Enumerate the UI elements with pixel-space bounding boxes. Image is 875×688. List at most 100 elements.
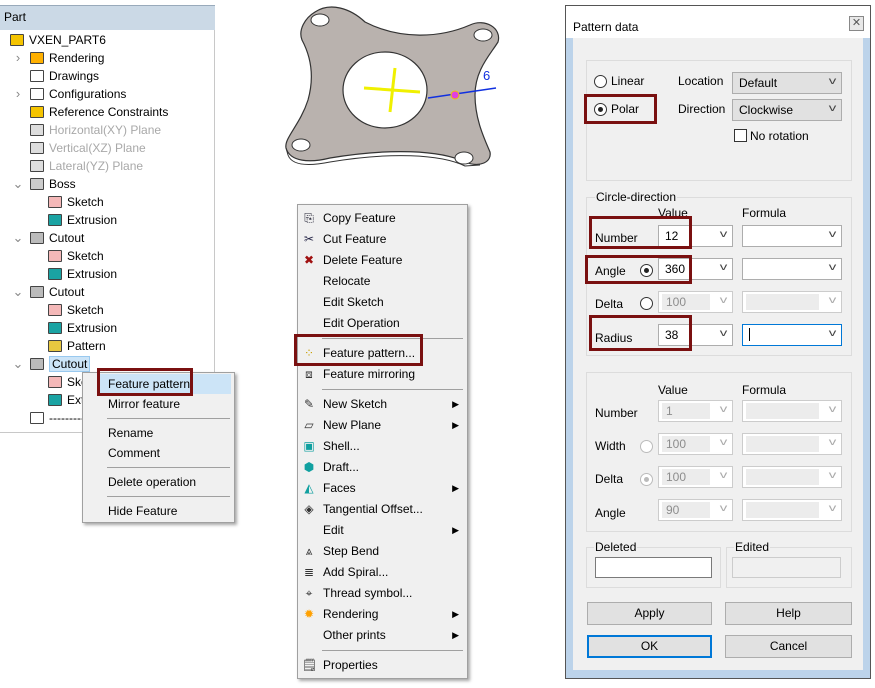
- tree-item-label: Rendering: [49, 51, 105, 65]
- menu-item[interactable]: ◭ Faces ▶: [298, 478, 467, 499]
- menu-item[interactable]: Delete operation: [83, 472, 234, 492]
- tree-item[interactable]: › Configurations: [16, 85, 127, 103]
- chevron-down-icon: v: [828, 103, 837, 114]
- tree-item[interactable]: Extrusion: [48, 319, 117, 337]
- menu-item[interactable]: Relocate: [298, 271, 467, 292]
- collapse-icon[interactable]: ⌄: [12, 175, 24, 193]
- tree-item[interactable]: Horizontal(XY) Plane: [30, 121, 161, 139]
- apply-button[interactable]: Apply: [587, 602, 712, 625]
- menu-item[interactable]: Feature pattern: [97, 374, 231, 394]
- sketch-point: [450, 90, 460, 100]
- menu-item[interactable]: ▱ New Plane ▶: [298, 415, 467, 436]
- tree-item[interactable]: ⌄ Cutout: [13, 283, 85, 301]
- menu-item[interactable]: ⧈ Feature mirroring: [298, 364, 467, 385]
- value-header: Value: [658, 383, 688, 397]
- close-button[interactable]: ✕: [849, 16, 864, 31]
- menu-item[interactable]: ✂ Cut Feature: [298, 229, 467, 250]
- tree-item[interactable]: Pattern: [48, 337, 106, 355]
- delta-radio[interactable]: [640, 297, 653, 310]
- extrusion-icon: [48, 394, 62, 406]
- dimension-label: 6: [483, 68, 490, 83]
- direction-label: Direction: [678, 102, 726, 116]
- cutout-icon: [30, 286, 44, 298]
- tree-item[interactable]: ⌄ Boss: [13, 175, 76, 193]
- value-text: [746, 502, 819, 518]
- tree-item[interactable]: Sketch: [48, 247, 104, 265]
- deleted-input[interactable]: [595, 557, 712, 578]
- linear-width-formula: v: [742, 433, 842, 455]
- menu-item[interactable]: Edit Operation: [298, 313, 467, 334]
- menu-item[interactable]: ⁘ Feature pattern...: [298, 343, 467, 364]
- mirror-icon: ⧈: [305, 367, 313, 381]
- circle-angle-value[interactable]: 360 v: [658, 258, 733, 280]
- menu-item[interactable]: Comment: [83, 443, 234, 463]
- tree-item[interactable]: ⌄ Cutout: [13, 229, 85, 247]
- tree-item[interactable]: Extrusion: [48, 265, 117, 283]
- menu-item[interactable]: ≣ Add Spiral...: [298, 562, 467, 583]
- tree-item[interactable]: ⌄ Cutout: [13, 355, 91, 373]
- location-select[interactable]: Default v: [732, 72, 842, 94]
- no-rotation-checkbox[interactable]: [734, 129, 747, 142]
- linear-angle-value: 90 v: [658, 499, 733, 521]
- chevron-down-icon: v: [828, 470, 837, 481]
- circle-angle-formula[interactable]: v: [742, 258, 842, 280]
- linear-radio[interactable]: [594, 75, 607, 88]
- menu-item[interactable]: ✖ Delete Feature: [298, 250, 467, 271]
- tree-item[interactable]: Sketch: [48, 193, 104, 211]
- menu-separator: [322, 338, 463, 339]
- menu-item[interactable]: ⩓ Step Bend: [298, 541, 467, 562]
- chevron-down-icon: v: [719, 295, 728, 306]
- expand-icon[interactable]: ›: [12, 85, 24, 103]
- menu-item[interactable]: ▣ Shell...: [298, 436, 467, 457]
- polar-radio[interactable]: [594, 103, 607, 116]
- tree-item[interactable]: Drawings: [30, 67, 99, 85]
- menu-item[interactable]: Edit ▶: [298, 520, 467, 541]
- tree-item[interactable]: Extrusion: [48, 211, 117, 229]
- menu-item-label: Tangential Offset...: [323, 502, 423, 516]
- menu-item[interactable]: Mirror feature: [83, 394, 234, 414]
- tree-item[interactable]: Vertical(XZ) Plane: [30, 139, 146, 157]
- menu-item[interactable]: 🗒 Properties: [298, 655, 467, 676]
- direction-select[interactable]: Clockwise v: [732, 99, 842, 121]
- expand-icon[interactable]: ›: [12, 49, 24, 67]
- menu-item[interactable]: ⎘ Copy Feature: [298, 208, 467, 229]
- angle-radio[interactable]: [640, 264, 653, 277]
- formula-header: Formula: [742, 383, 787, 397]
- ok-button[interactable]: OK: [587, 635, 712, 658]
- magnet-icon: [30, 106, 44, 118]
- menu-item-label: Mirror feature: [108, 397, 181, 411]
- cancel-button[interactable]: Cancel: [725, 635, 852, 658]
- tree-item[interactable]: VXEN_PART6: [10, 31, 106, 49]
- menu-item[interactable]: Other prints ▶: [298, 625, 467, 646]
- collapse-icon[interactable]: ⌄: [12, 229, 24, 247]
- help-button[interactable]: Help: [725, 602, 852, 625]
- menu-item[interactable]: Edit Sketch: [298, 292, 467, 313]
- menu-item[interactable]: Rename: [83, 423, 234, 443]
- value-text: [746, 436, 819, 452]
- menu-item-label: Rendering: [323, 607, 379, 621]
- menu-item[interactable]: ◈ Tangential Offset...: [298, 499, 467, 520]
- submenu-arrow-icon: ▶: [452, 630, 459, 640]
- collapse-icon[interactable]: ⌄: [12, 283, 24, 301]
- menu-item[interactable]: ⬢ Draft...: [298, 457, 467, 478]
- no-rotation-label: No rotation: [750, 129, 809, 143]
- menu-item[interactable]: ⌖ Thread symbol...: [298, 583, 467, 604]
- tree-item[interactable]: Lateral(YZ) Plane: [30, 157, 143, 175]
- menu-item[interactable]: ✎ New Sketch ▶: [298, 394, 467, 415]
- submenu-arrow-icon: ▶: [452, 609, 459, 619]
- part-viewport[interactable]: 6: [270, 0, 510, 170]
- circle-radius-formula[interactable]: v: [742, 324, 842, 346]
- menu-item[interactable]: Hide Feature: [83, 501, 234, 521]
- menu-item[interactable]: ✹ Rendering ▶: [298, 604, 467, 625]
- direction-value: Clockwise: [739, 103, 794, 117]
- tree-item[interactable]: Sketch: [48, 301, 104, 319]
- tree-item[interactable]: › Rendering: [16, 49, 105, 67]
- spiral-icon: ≣: [303, 565, 315, 579]
- circle-number-value[interactable]: 12 v: [658, 225, 733, 247]
- circle-radius-value[interactable]: 38 v: [658, 324, 733, 346]
- tree-item[interactable]: Reference Constraints: [30, 103, 168, 121]
- circle-number-formula[interactable]: v: [742, 225, 842, 247]
- linear-label: Linear: [611, 74, 645, 88]
- collapse-icon[interactable]: ⌄: [12, 355, 24, 373]
- value-text: 360: [665, 262, 686, 276]
